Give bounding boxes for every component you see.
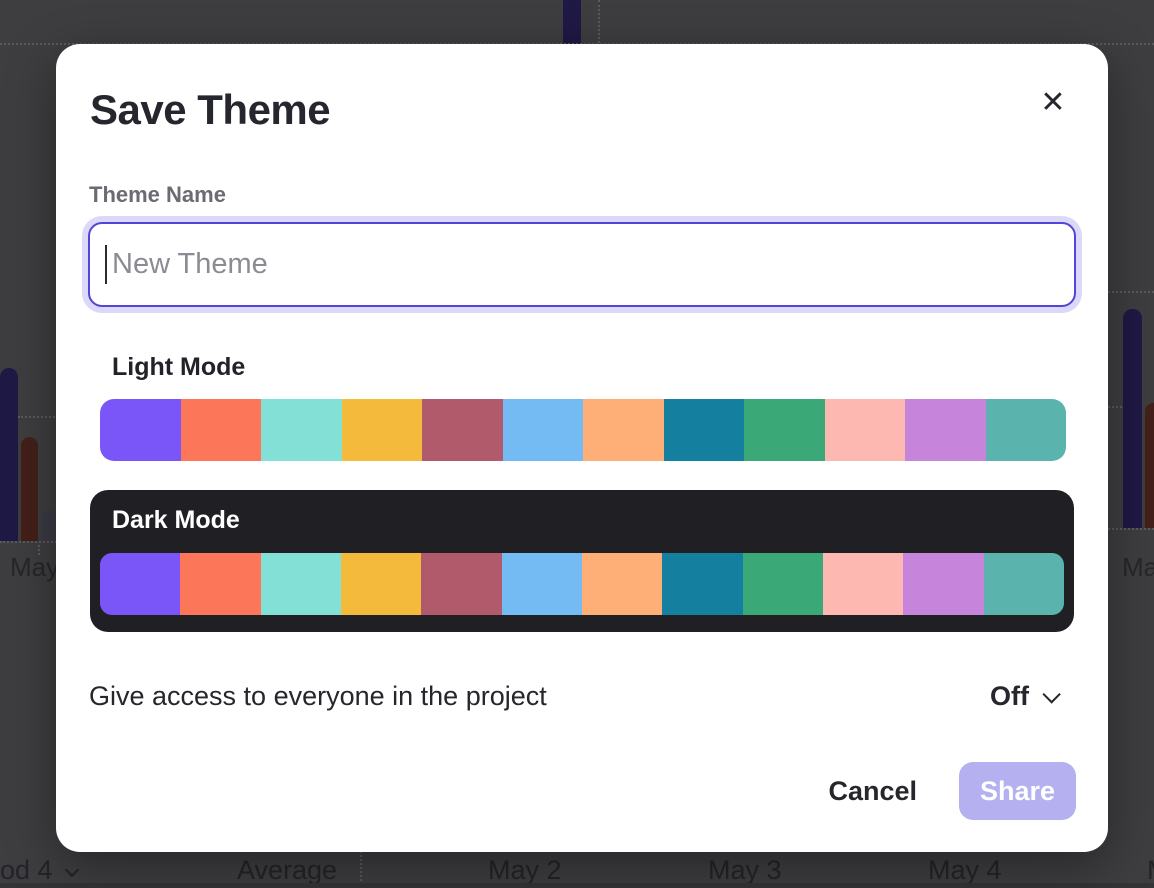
dark-mode-card: Dark Mode (90, 490, 1074, 632)
palette-swatch (743, 553, 823, 615)
text-cursor (105, 245, 107, 284)
gridline (1108, 291, 1154, 293)
palette-swatch (583, 399, 664, 461)
close-icon: ✕ (1040, 86, 1065, 119)
period-selector-label: od 4 (0, 855, 53, 885)
x-axis-month-label: May (10, 552, 59, 583)
x-axis-label-may3: May 3 (708, 855, 782, 886)
palette-swatch (664, 399, 745, 461)
palette-swatch (825, 399, 906, 461)
cancel-button[interactable]: Cancel (828, 776, 917, 807)
gridline (598, 0, 600, 43)
axis-baseline (1108, 528, 1154, 530)
palette-swatch (261, 553, 341, 615)
gridline (1108, 406, 1122, 408)
x-axis-label-clipped: M (1147, 855, 1154, 886)
theme-name-label: Theme Name (89, 182, 226, 208)
dark-mode-palette (100, 553, 1064, 615)
light-mode-label: Light Mode (112, 353, 245, 382)
palette-swatch (823, 553, 903, 615)
dialog-title: Save Theme (90, 86, 330, 134)
axis-divider (360, 848, 362, 888)
palette-swatch (180, 553, 260, 615)
axis-bottom-strip (0, 883, 1154, 888)
x-axis-label-may4: May 4 (928, 855, 1002, 886)
background-bar (563, 0, 581, 44)
background-bar (1123, 309, 1142, 528)
theme-name-focus-ring (82, 216, 1082, 313)
access-row: Give access to everyone in the project O… (89, 676, 1056, 716)
close-button[interactable]: ✕ (1032, 82, 1074, 124)
chevron-down-icon (1042, 685, 1060, 703)
x-axis-month-label: Ma (1122, 552, 1154, 583)
x-axis-label-average: Average (237, 855, 337, 886)
palette-swatch (986, 399, 1067, 461)
palette-swatch (342, 399, 423, 461)
palette-swatch (100, 399, 181, 461)
access-dropdown[interactable]: Off (990, 681, 1056, 712)
palette-swatch (903, 553, 983, 615)
light-mode-palette (100, 399, 1066, 461)
palette-swatch (502, 553, 582, 615)
palette-swatch (422, 399, 503, 461)
background-bar (1145, 403, 1154, 528)
background-bar (21, 437, 38, 541)
theme-name-input[interactable] (88, 222, 1076, 307)
save-theme-dialog: Save Theme ✕ Theme Name Light Mode Dark … (56, 44, 1108, 852)
x-axis-label-may2: May 2 (488, 855, 562, 886)
access-label: Give access to everyone in the project (89, 681, 547, 712)
access-value: Off (990, 681, 1029, 712)
background-bar (0, 368, 18, 541)
palette-swatch (984, 553, 1064, 615)
palette-swatch (100, 553, 180, 615)
axis-baseline (0, 541, 60, 543)
palette-swatch (421, 553, 501, 615)
dialog-footer: Cancel Share (828, 762, 1076, 820)
chevron-down-icon (64, 863, 78, 877)
palette-swatch (261, 399, 342, 461)
dark-mode-label: Dark Mode (112, 506, 240, 535)
background-bar (41, 510, 56, 541)
palette-swatch (905, 399, 986, 461)
period-selector[interactable]: od 4 (0, 855, 77, 886)
palette-swatch (582, 553, 662, 615)
gridline (18, 416, 58, 418)
palette-swatch (744, 399, 825, 461)
palette-swatch (662, 553, 742, 615)
palette-swatch (181, 399, 262, 461)
palette-swatch (503, 399, 584, 461)
palette-swatch (341, 553, 421, 615)
share-button[interactable]: Share (959, 762, 1076, 820)
